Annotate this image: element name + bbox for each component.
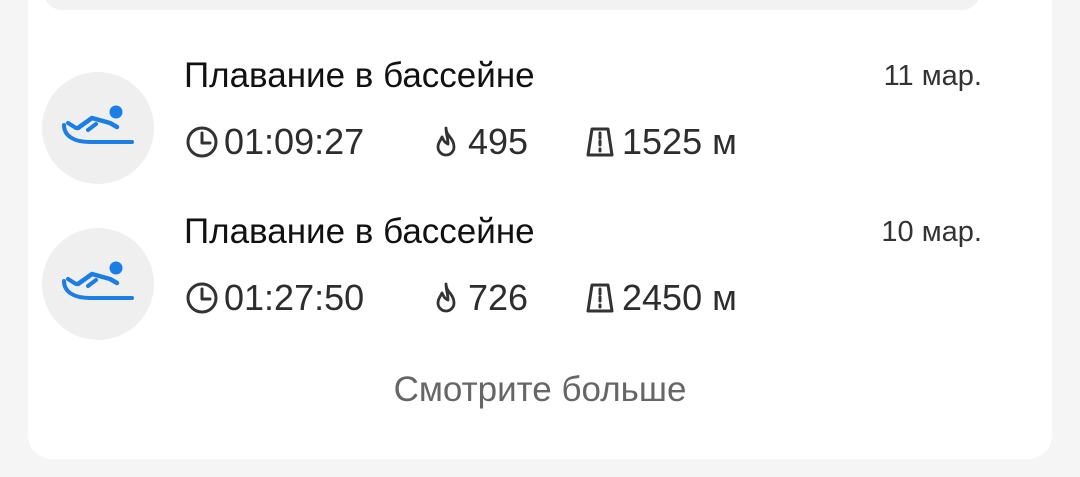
distance-value: 2450 м (622, 277, 737, 318)
activity-item[interactable]: Плавание в бассейне 10 мар. 01:27:50 726… (42, 212, 982, 348)
distance-stat: 1525 м (582, 120, 737, 164)
duration-value: 01:09:27 (224, 121, 365, 162)
road-icon (586, 127, 614, 157)
see-more-button[interactable]: Смотрите больше (0, 370, 1080, 410)
top-divider (44, 0, 980, 10)
distance-value: 1525 м (622, 121, 737, 162)
activity-date: 11 мар. (883, 60, 982, 92)
calories-stat: 726 (428, 276, 528, 320)
clock-icon (186, 282, 218, 314)
duration-value: 01:27:50 (224, 277, 365, 318)
swimming-avatar (42, 72, 154, 184)
calories-value: 726 (468, 277, 529, 318)
clock-icon (186, 126, 218, 158)
duration-stat: 01:09:27 (184, 120, 364, 164)
distance-stat: 2450 м (582, 276, 737, 320)
flame-icon (436, 126, 456, 157)
activity-date: 10 мар. (881, 216, 982, 248)
activity-title: Плавание в бассейне (184, 212, 535, 251)
calories-value: 495 (468, 121, 529, 162)
flame-icon (436, 282, 456, 313)
activity-item[interactable]: Плавание в бассейне 11 мар. 01:09:27 495… (42, 56, 982, 192)
swimming-icon (62, 105, 134, 144)
calories-stat: 495 (428, 120, 528, 164)
road-icon (586, 283, 614, 313)
swimming-avatar (42, 228, 154, 340)
duration-stat: 01:27:50 (184, 276, 364, 320)
swimming-icon (62, 261, 134, 300)
activity-title: Плавание в бассейне (184, 56, 535, 95)
